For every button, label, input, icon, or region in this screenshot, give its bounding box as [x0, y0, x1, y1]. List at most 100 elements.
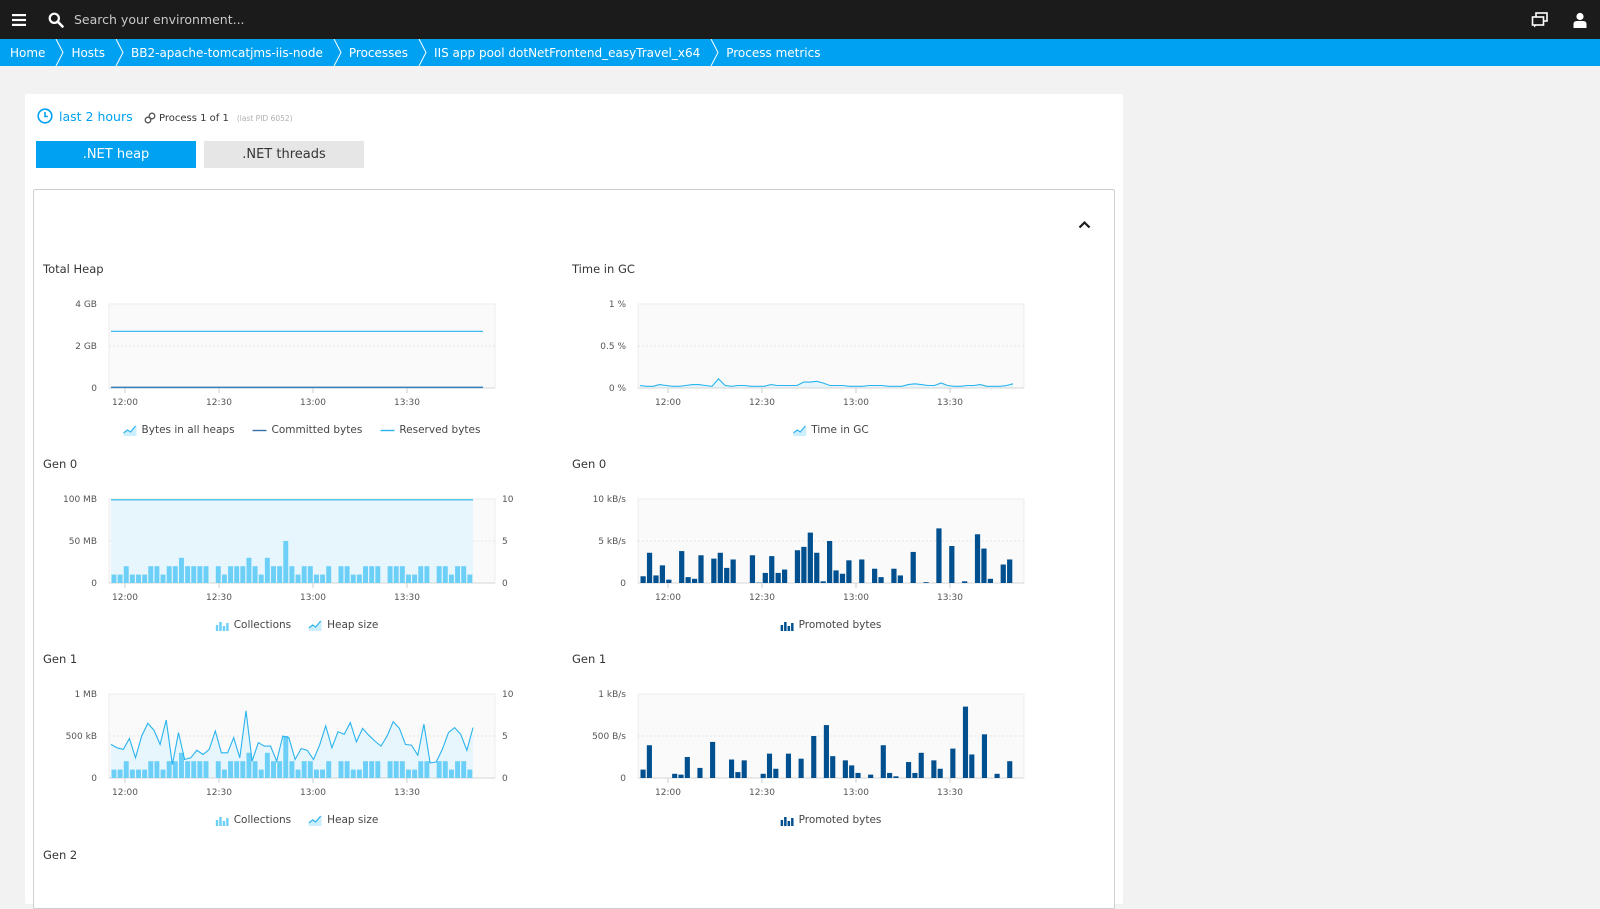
area-chart-icon — [793, 425, 806, 436]
x-tick-label: 13:30 — [394, 593, 420, 603]
collections-bar — [179, 558, 184, 583]
promoted-bytes-bar — [872, 569, 877, 583]
x-tick-label: 13:30 — [394, 788, 420, 798]
main-panel: last 2 hours Process 1 of 1 (last PID 60… — [25, 94, 1123, 904]
y-tick-label: 0 % — [609, 384, 627, 394]
chart-legend: Bytes in all heaps Committed bytes Reserve… — [124, 424, 481, 436]
legend-item[interactable]: Committed bytes — [253, 424, 363, 436]
collections-bar — [148, 761, 153, 778]
search-input[interactable] — [74, 12, 474, 27]
collections-bar — [296, 770, 301, 778]
promoted-bytes-bar — [653, 575, 658, 583]
breadcrumb-item[interactable]: Processes — [339, 39, 424, 66]
user-button[interactable] — [1560, 0, 1600, 39]
breadcrumb-item[interactable]: IIS app pool dotNetFrontend_easyTravel_x… — [424, 39, 716, 66]
promoted-bytes-bar — [666, 580, 671, 583]
collections-bar — [400, 566, 405, 583]
promoted-bytes-bar — [981, 549, 986, 583]
chat-button[interactable] — [1520, 0, 1560, 39]
top-bar — [0, 0, 1600, 39]
y-tick-label: 1 % — [609, 300, 627, 310]
user-icon — [1573, 12, 1587, 28]
promoted-bytes-bar — [824, 725, 829, 778]
collections-bar — [204, 761, 209, 778]
chart-title: Total Heap — [43, 262, 104, 276]
gen0-heap-chart[interactable]: 100 MB50 MB0105012:0012:3013:0013:30 — [43, 493, 543, 613]
promoted-bytes-bar — [698, 555, 703, 583]
legend-item[interactable]: Heap size — [309, 814, 378, 826]
menu-button[interactable] — [0, 0, 38, 39]
promoted-bytes-bar — [761, 774, 766, 778]
legend-item[interactable]: Collections — [216, 814, 291, 826]
legend-item[interactable]: Collections — [216, 619, 291, 631]
y2-tick-label: 5 — [502, 537, 508, 547]
promoted-bytes-bar — [975, 534, 980, 583]
breadcrumb-label: IIS app pool dotNetFrontend_easyTravel_x… — [434, 46, 700, 60]
chart-legend: Collections Heap size — [216, 619, 379, 631]
collections-bar — [253, 566, 258, 583]
promoted-bytes-bar — [881, 745, 886, 778]
total-heap-chart[interactable]: 4 GB2 GB012:0012:3013:0013:30 — [43, 298, 543, 418]
gen0-promoted-chart[interactable]: 10 kB/s5 kB/s012:0012:3013:0013:30 — [572, 493, 1072, 613]
legend-item[interactable]: Promoted bytes — [781, 814, 882, 826]
collections-bar — [461, 566, 466, 583]
chart-legend: Time in GC — [793, 424, 868, 436]
chat-icon — [1531, 12, 1549, 28]
breadcrumb: HomeHosts BB2-apache-tomcatjms-iis-node Pr… — [0, 39, 1600, 66]
breadcrumb-item[interactable]: BB2-apache-tomcatjms-iis-node — [121, 39, 339, 66]
collections-bar — [277, 761, 282, 778]
promoted-bytes-bar — [868, 775, 873, 778]
collections-bar — [296, 575, 301, 583]
legend-item[interactable]: Heap size — [309, 619, 378, 631]
legend-item[interactable]: Promoted bytes — [781, 619, 882, 631]
collections-bar — [253, 761, 258, 778]
promoted-bytes-bar — [923, 582, 928, 583]
area-chart-icon — [309, 620, 322, 631]
promoted-bytes-bar — [893, 776, 898, 778]
promoted-bytes-bar — [795, 550, 800, 583]
promoted-bytes-bar — [843, 760, 848, 778]
collapse-button[interactable] — [1074, 214, 1094, 234]
process-selector[interactable]: Process 1 of 1 (last PID 6052) — [144, 112, 293, 124]
breadcrumb-label: BB2-apache-tomcatjms-iis-node — [131, 46, 323, 60]
x-tick-label: 13:30 — [937, 593, 963, 603]
collections-bar — [173, 566, 178, 583]
gen1-promoted-chart[interactable]: 1 kB/s500 B/s012:0012:3013:0013:30 — [572, 688, 1072, 808]
chevron-up-icon — [1078, 220, 1091, 229]
gen1-heap-chart[interactable]: 1 MB500 kB0105012:0012:3013:0013:30 — [43, 688, 543, 808]
collections-bar — [289, 566, 294, 583]
collections-bar — [418, 761, 423, 778]
collections-bar — [302, 566, 307, 583]
promoted-bytes-bar — [769, 556, 774, 583]
collections-bar — [418, 566, 423, 583]
collections-bar — [130, 770, 135, 778]
legend-item[interactable]: Reserved bytes — [380, 424, 480, 436]
promoted-bytes-bar — [641, 576, 646, 583]
promoted-bytes-bar — [840, 574, 845, 583]
chart-legend: Collections Heap size — [216, 814, 379, 826]
promoted-bytes-bar — [936, 528, 941, 583]
promoted-bytes-bar — [679, 551, 684, 583]
breadcrumb-item[interactable]: Home — [0, 39, 61, 66]
link-icon — [144, 112, 156, 124]
collections-bar — [228, 566, 233, 583]
time-in-gc-chart[interactable]: 1 %0.5 %0 %12:0012:3013:0013:30 — [572, 298, 1072, 418]
x-tick-label: 12:00 — [655, 788, 681, 798]
breadcrumb-item[interactable]: Process metrics — [716, 39, 836, 66]
collections-bar — [277, 566, 282, 583]
timeframe-selector[interactable]: last 2 hours — [37, 108, 133, 124]
promoted-bytes-bar — [878, 577, 883, 583]
legend-item[interactable]: Bytes in all heaps — [124, 424, 235, 436]
promoted-bytes-bar — [912, 773, 917, 778]
clock-icon — [37, 108, 53, 124]
collections-bar — [259, 575, 264, 583]
legend-label: Time in GC — [811, 424, 868, 436]
promoted-bytes-bar — [949, 546, 954, 583]
legend-item[interactable]: Time in GC — [793, 424, 868, 436]
collections-bar — [222, 575, 227, 583]
tab-net-threads[interactable]: .NET threads — [204, 141, 364, 168]
breadcrumb-item[interactable]: Hosts — [61, 39, 121, 66]
y2-tick-label: 0 — [502, 774, 508, 784]
y-tick-label: 1 kB/s — [598, 690, 626, 700]
tab-net-heap[interactable]: .NET heap — [36, 141, 196, 168]
